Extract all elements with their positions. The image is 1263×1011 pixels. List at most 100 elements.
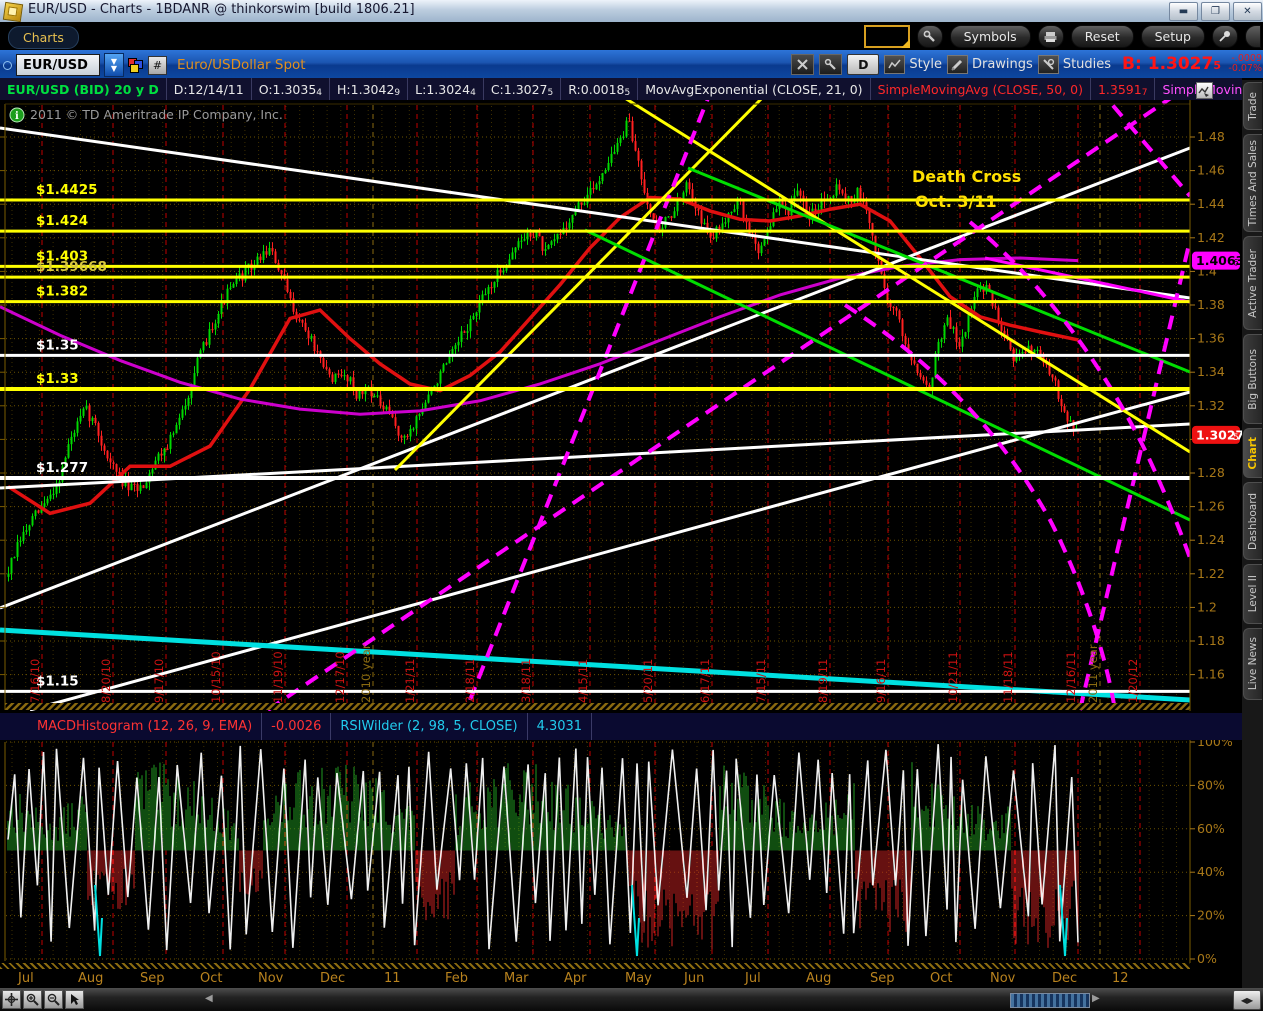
link-bullet-icon bbox=[3, 61, 12, 70]
study-header-cell[interactable]: 4.3031 bbox=[528, 713, 593, 740]
link-color-icon[interactable] bbox=[128, 57, 144, 73]
detach-chart-icon[interactable] bbox=[1196, 82, 1213, 99]
clipped-button[interactable] bbox=[1245, 25, 1261, 48]
data-line-cell: SimpleMovingAvg (CLOSE, 50, 0) bbox=[871, 78, 1091, 100]
pin-icon[interactable] bbox=[1212, 25, 1238, 48]
svg-text:1/21/11: 1/21/11 bbox=[403, 659, 417, 703]
symbol-bar: EUR/USD ▼▼ # Euro/USDollar Spot D Style bbox=[0, 50, 1263, 78]
printer-icon[interactable] bbox=[1038, 25, 1064, 48]
style-button[interactable]: Style bbox=[884, 55, 942, 74]
wrench-small-icon[interactable] bbox=[819, 54, 842, 75]
panel-expand-icon[interactable]: ◀▶ bbox=[1233, 990, 1261, 1010]
svg-text:1.38: 1.38 bbox=[1197, 297, 1225, 312]
svg-text:i: i bbox=[15, 111, 19, 122]
svg-text:1.18: 1.18 bbox=[1197, 633, 1225, 648]
svg-text:1.2: 1.2 bbox=[1197, 599, 1217, 614]
svg-text:1.26: 1.26 bbox=[1197, 499, 1225, 514]
style-chart-icon bbox=[884, 55, 905, 74]
zoom-out-icon[interactable] bbox=[44, 990, 63, 1009]
window-title: EUR/USD - Charts - 1BDANR @ thinkorswim … bbox=[28, 2, 415, 17]
svg-text:8/19/11: 8/19/11 bbox=[816, 659, 830, 703]
svg-text:5: 5 bbox=[1233, 433, 1239, 443]
close-button[interactable]: ✕ bbox=[1233, 2, 1262, 21]
svg-text:1.22: 1.22 bbox=[1197, 566, 1225, 581]
pan-tool-icon[interactable] bbox=[2, 990, 21, 1009]
study-header-cell[interactable]: -0.0026 bbox=[262, 713, 331, 740]
scroll-left-icon[interactable]: ◀ bbox=[205, 993, 213, 1004]
sidebar-tab-active-trader[interactable]: Active Trader bbox=[1243, 236, 1262, 330]
change-values: -.0009-0.07% bbox=[1226, 54, 1262, 74]
main-price-chart[interactable]: $1.4425$1.424$1.403$1.39668$1.382$1.35$1… bbox=[0, 100, 1242, 711]
scroll-right-icon[interactable]: ▶ bbox=[1092, 993, 1100, 1004]
cursor-tool-icon[interactable] bbox=[65, 990, 84, 1009]
time-axis-label: Dec bbox=[320, 971, 345, 986]
data-line-cell: R: 0.00185 bbox=[561, 78, 638, 100]
time-axis-label: Oct bbox=[930, 971, 952, 986]
svg-text:5/20/11: 5/20/11 bbox=[641, 659, 655, 703]
percent-axis: 100%80%60%40%20%0% bbox=[1190, 740, 1242, 963]
svg-text:1.48: 1.48 bbox=[1197, 129, 1225, 144]
sidebar-tab-level-ii[interactable]: Level II bbox=[1243, 564, 1262, 624]
symbol-dropdown-icon[interactable]: ▼▼ bbox=[104, 53, 124, 77]
svg-text:10/21/11: 10/21/11 bbox=[946, 651, 960, 703]
svg-text:20%: 20% bbox=[1197, 908, 1225, 923]
axis-hatch bbox=[0, 963, 1190, 969]
time-axis-label: Mar bbox=[504, 971, 529, 986]
studies-button[interactable]: Studies bbox=[1038, 55, 1111, 74]
reset-button[interactable]: Reset bbox=[1071, 25, 1134, 48]
sidebar-tab-live-news[interactable]: Live News bbox=[1243, 628, 1262, 700]
tab-charts[interactable]: Charts bbox=[8, 26, 79, 49]
svg-text:3/18/11: 3/18/11 bbox=[519, 659, 533, 703]
titlebar: EUR/USD - Charts - 1BDANR @ thinkorswim … bbox=[0, 0, 1263, 23]
time-scrollbar-thumb[interactable] bbox=[1010, 993, 1090, 1008]
data-line-cell: 1.35917 bbox=[1091, 78, 1155, 100]
symbol-input[interactable]: EUR/USD bbox=[16, 54, 100, 76]
lower-study-header: MACDHistogram (12, 26, 9, EMA)-0.0026RSI… bbox=[0, 711, 1242, 740]
svg-text:11/18/11: 11/18/11 bbox=[1001, 651, 1015, 703]
setup-button[interactable]: Setup bbox=[1141, 25, 1205, 48]
interval-button[interactable]: D bbox=[847, 54, 879, 75]
restore-button[interactable]: ❐ bbox=[1201, 2, 1230, 21]
symbols-button[interactable]: Symbols bbox=[950, 25, 1031, 48]
hash-button[interactable]: # bbox=[148, 56, 167, 75]
sidebar-tab-dashboard[interactable]: Dashboard bbox=[1243, 482, 1262, 560]
svg-text:$1.39668: $1.39668 bbox=[36, 259, 107, 275]
sidebar-tab-times-and-sales[interactable]: Times And Sales bbox=[1243, 134, 1262, 232]
svg-text:$1.382: $1.382 bbox=[36, 284, 88, 300]
bottom-toolbar: ◀ ▶ ◀▶ bbox=[0, 988, 1263, 1011]
sidebar-tab-chart[interactable]: Chart bbox=[1243, 428, 1262, 478]
svg-text:Death Cross: Death Cross bbox=[912, 167, 1021, 186]
time-axis-label: 12 bbox=[1112, 971, 1129, 986]
study-header-cell[interactable]: MACDHistogram (12, 26, 9, EMA) bbox=[28, 713, 262, 740]
svg-text:11/19/10: 11/19/10 bbox=[271, 651, 285, 703]
time-axis: JulAugSepOctNovDec11FebMarAprMayJunJulAu… bbox=[0, 963, 1242, 988]
svg-text:6/17/11: 6/17/11 bbox=[698, 659, 712, 703]
data-line-cell: H: 1.30429 bbox=[330, 78, 408, 100]
data-line-cell: O: 1.30354 bbox=[252, 78, 330, 100]
data-line-cell: C: 1.30275 bbox=[484, 78, 561, 100]
lower-study-pane[interactable]: 100%80%60%40%20%0% bbox=[0, 740, 1242, 963]
svg-text:$1.424: $1.424 bbox=[36, 213, 88, 229]
zoom-in-icon[interactable] bbox=[23, 990, 42, 1009]
time-axis-label: Sep bbox=[140, 971, 165, 986]
drawings-button[interactable]: Drawings bbox=[947, 55, 1033, 74]
time-axis-label: Jul bbox=[745, 971, 761, 986]
thinkorswim-window: EUR/USD - Charts - 1BDANR @ thinkorswim … bbox=[0, 0, 1263, 1011]
color-swatch-button[interactable] bbox=[864, 25, 910, 48]
sidebar-tab-trade[interactable]: Trade bbox=[1243, 82, 1262, 130]
time-axis-label: Aug bbox=[78, 971, 103, 986]
data-line-cell: L: 1.30244 bbox=[408, 78, 484, 100]
studies-icon bbox=[1038, 55, 1059, 74]
wrench-icon[interactable] bbox=[917, 25, 943, 48]
minimize-button[interactable]: ▬ bbox=[1169, 2, 1198, 21]
study-header-cell[interactable]: RSIWilder (2, 98, 5, CLOSE) bbox=[331, 713, 527, 740]
sidebar-tab-big-buttons[interactable]: Big Buttons bbox=[1243, 334, 1262, 424]
svg-text:1.36: 1.36 bbox=[1197, 331, 1225, 346]
tools-icon[interactable] bbox=[791, 54, 814, 75]
svg-text:$1.15: $1.15 bbox=[36, 673, 79, 689]
data-line-cell: D: 12/14/11 bbox=[167, 78, 252, 100]
svg-text:12/16/11: 12/16/11 bbox=[1064, 651, 1078, 703]
svg-text:$1.4425: $1.4425 bbox=[36, 182, 98, 198]
symbol-description: Euro/USDollar Spot bbox=[177, 57, 306, 73]
time-axis-label: Apr bbox=[564, 971, 587, 986]
